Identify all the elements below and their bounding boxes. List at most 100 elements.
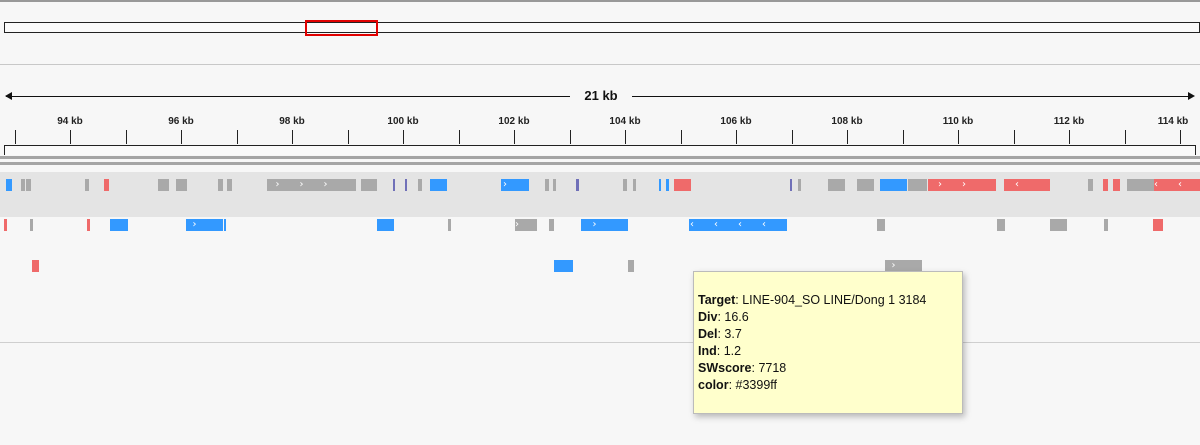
feature-block[interactable]: › (515, 219, 537, 231)
current-region-indicator[interactable] (305, 20, 378, 36)
feature-block[interactable] (1153, 219, 1163, 231)
feature-block[interactable]: › (186, 219, 223, 231)
tooltip-value: : #3399ff (728, 378, 777, 392)
feature-block[interactable] (377, 219, 394, 231)
tooltip-value: : 7718 (751, 361, 787, 375)
panel-divider[interactable] (0, 162, 1200, 165)
feature-block[interactable]: › (581, 219, 628, 231)
feature-block[interactable]: ‹‹‹‹ (689, 219, 787, 231)
feature-block[interactable] (633, 179, 636, 191)
ruler-tick (181, 130, 182, 144)
reverse-strand-chevron-icon: ‹‹ (1154, 179, 1200, 190)
feature-block[interactable] (553, 179, 556, 191)
feature-block[interactable] (448, 219, 451, 231)
tooltip-row-color: color: #3399ff (698, 377, 962, 394)
forward-strand-chevron-icon: ››› (275, 179, 348, 190)
ruler-tick (459, 130, 460, 144)
feature-block[interactable] (1104, 219, 1108, 231)
ruler-tick (570, 130, 571, 144)
feature-block[interactable] (880, 179, 902, 191)
feature-block[interactable] (21, 179, 25, 191)
feature-block[interactable] (877, 219, 885, 231)
feature-block[interactable] (790, 179, 792, 191)
span-label: 21 kb (570, 88, 632, 103)
feature-block[interactable] (158, 179, 169, 191)
feature-block[interactable] (1088, 179, 1093, 191)
feature-block[interactable] (393, 179, 395, 191)
forward-strand-chevron-icon: › (592, 219, 617, 230)
feature-block[interactable] (32, 260, 39, 272)
feature-block[interactable] (857, 179, 874, 191)
feature-block[interactable]: ‹ (1004, 179, 1050, 191)
feature-block[interactable] (623, 179, 627, 191)
feature-block[interactable] (1127, 179, 1154, 191)
ruler-tick (958, 130, 959, 144)
panel-divider[interactable] (0, 156, 1200, 159)
reverse-strand-chevron-icon: ‹ (1015, 179, 1039, 190)
feature-block[interactable] (798, 179, 801, 191)
feature-block[interactable] (85, 179, 89, 191)
ruler-tick (126, 130, 127, 144)
feature-block[interactable] (110, 219, 128, 231)
feature-block[interactable]: ›› (928, 179, 996, 191)
tooltip-key: color (698, 378, 729, 392)
feature-block[interactable] (659, 179, 661, 191)
feature-block[interactable] (418, 179, 422, 191)
feature-block[interactable] (545, 179, 549, 191)
feature-block[interactable] (1113, 179, 1120, 191)
feature-block[interactable] (405, 179, 407, 191)
feature-block[interactable] (576, 179, 579, 191)
feature-block[interactable]: ››› (267, 179, 356, 191)
ruler-tick (681, 130, 682, 144)
feature-block[interactable] (26, 179, 31, 191)
feature-block[interactable] (104, 179, 109, 191)
feature-block[interactable] (430, 179, 447, 191)
tick-label: 94 kb (57, 116, 83, 127)
feature-info-tooltip: Target: LINE-904_SO LINE/Dong 1 3184 Div… (693, 271, 963, 414)
feature-block[interactable] (218, 179, 223, 191)
tick-label: 106 kb (720, 116, 752, 127)
tooltip-key: SWscore (698, 361, 752, 375)
feature-block[interactable] (1050, 219, 1067, 231)
feature-block[interactable] (828, 179, 845, 191)
ruler-tick (1125, 130, 1126, 144)
chromosome-ideogram-panel[interactable] (0, 0, 1200, 64)
feature-block[interactable] (361, 179, 377, 191)
tick-label: 104 kb (609, 116, 641, 127)
ruler-tick (847, 130, 848, 144)
feature-block[interactable] (4, 219, 7, 231)
ruler-tick (15, 130, 16, 144)
tooltip-row-swscore: SWscore: 7718 (698, 360, 962, 377)
ruler-tick (1069, 130, 1070, 144)
feature-block[interactable] (549, 219, 554, 231)
feature-block[interactable] (997, 219, 1005, 231)
feature-block[interactable] (227, 179, 232, 191)
tooltip-value: : 1.2 (716, 344, 742, 358)
chromosome-ideogram[interactable] (4, 22, 1200, 33)
ruler-tick (237, 130, 238, 144)
tick-label: 108 kb (831, 116, 863, 127)
feature-block[interactable] (908, 179, 927, 191)
span-line-left (6, 96, 572, 97)
ruler-tick (792, 130, 793, 144)
tooltip-value: : LINE-904_SO LINE/Dong 1 3184 (735, 293, 927, 307)
feature-block[interactable] (902, 179, 907, 191)
feature-block[interactable]: › (501, 179, 529, 191)
feature-block[interactable] (87, 219, 90, 231)
feature-block[interactable] (554, 260, 573, 272)
feature-block[interactable] (1103, 179, 1108, 191)
feature-block[interactable] (224, 219, 226, 231)
feature-block[interactable] (30, 219, 33, 231)
feature-block[interactable] (6, 179, 12, 191)
tooltip-key: Target (698, 293, 736, 307)
feature-block[interactable] (628, 260, 634, 272)
forward-strand-chevron-icon: › (503, 179, 527, 190)
feature-block[interactable]: ‹‹ (1154, 179, 1200, 191)
ruler-panel[interactable]: 21 kb 94 kb 96 kb 98 kb 100 kb 102 kb 10… (0, 64, 1200, 158)
feature-block[interactable] (674, 179, 691, 191)
tooltip-value: : 3.7 (717, 327, 742, 341)
feature-block[interactable] (176, 179, 187, 191)
feature-block[interactable] (666, 179, 669, 191)
ruler-tick (292, 130, 293, 144)
span-arrow-right-icon (1188, 92, 1195, 100)
